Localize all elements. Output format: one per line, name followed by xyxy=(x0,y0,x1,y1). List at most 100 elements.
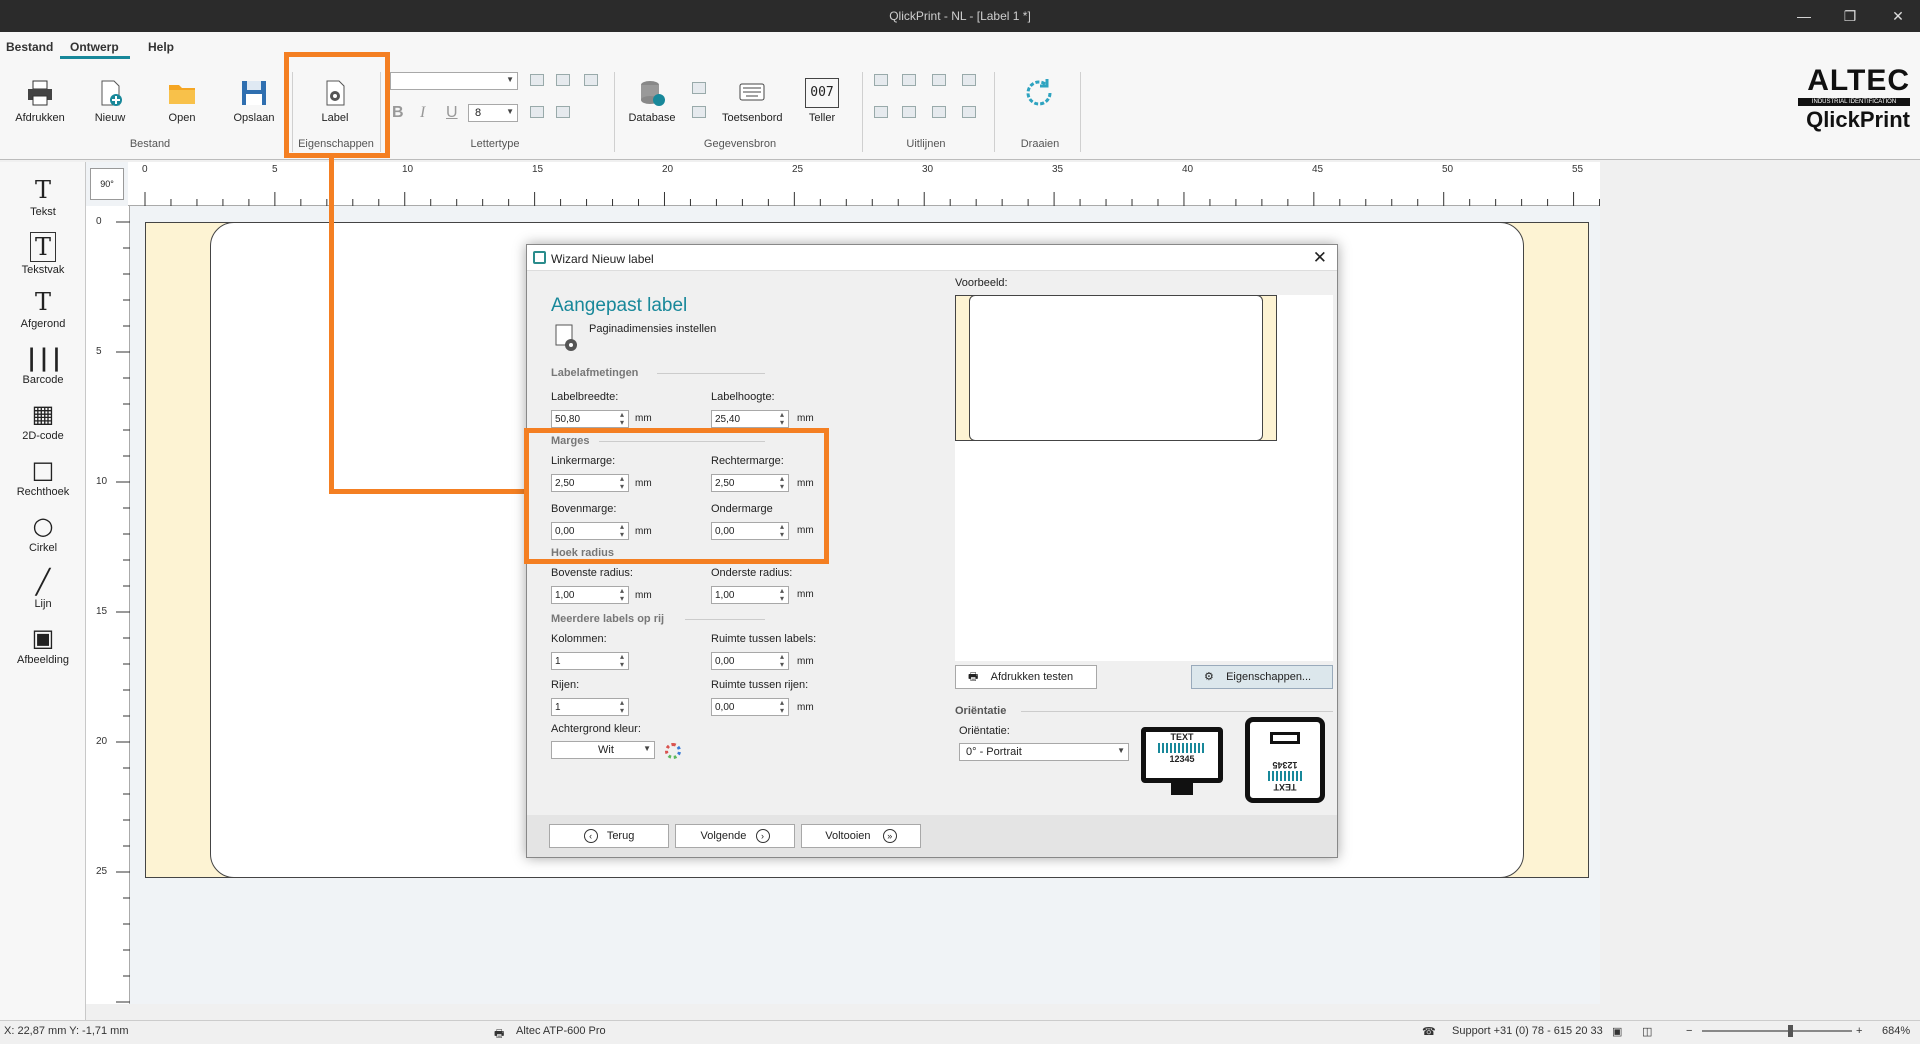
align-hright-icon[interactable] xyxy=(932,106,946,118)
fit-page-icon[interactable]: ▣ xyxy=(1612,1025,1622,1038)
align-right-icon[interactable] xyxy=(584,74,598,86)
open-button[interactable]: Open xyxy=(152,78,212,124)
teller-button[interactable]: 007 Teller xyxy=(792,78,852,124)
restore-button[interactable]: ❐ xyxy=(1830,0,1870,32)
afdrukken-button[interactable]: Afdrukken xyxy=(10,78,70,124)
vertical-scrollbar[interactable] xyxy=(1600,162,1620,1004)
shrink-font-icon[interactable] xyxy=(556,106,570,118)
rijen-input[interactable]: 1 xyxy=(551,698,629,716)
monitor-stand xyxy=(1171,783,1193,795)
zoom-out-button[interactable]: − xyxy=(1686,1025,1692,1037)
tool-afgerond[interactable]: T Afgerond xyxy=(0,288,86,330)
terug-label: Terug xyxy=(606,830,635,842)
line-icon: ╱ xyxy=(35,568,51,596)
align-middle-icon[interactable] xyxy=(902,74,916,86)
ruimte-rijen-label: Ruimte tussen rijen: xyxy=(711,679,809,691)
fit-width-icon[interactable]: ◫ xyxy=(1642,1025,1652,1038)
menu-ontwerp[interactable]: Ontwerp xyxy=(70,40,119,54)
keyboard-icon xyxy=(739,83,765,101)
zoom-slider[interactable] xyxy=(1702,1025,1852,1037)
cursor-coordinates: X: 22,87 mm Y: -1,71 mm xyxy=(4,1025,129,1037)
distribute-v-icon[interactable] xyxy=(962,106,976,118)
font-size-select[interactable]: 8 ▼ xyxy=(468,104,518,122)
afdrukken-testen-button[interactable]: 🖶 Afdrukken testen xyxy=(955,665,1097,689)
tool-rechthoek[interactable]: □ Rechthoek xyxy=(0,456,86,498)
eigenschappen-button[interactable]: ⚙ Eigenschappen... xyxy=(1191,665,1333,689)
ruimte-labels-input[interactable]: 0,00 xyxy=(711,652,789,670)
link-icon[interactable] xyxy=(692,82,706,94)
color-picker-icon[interactable] xyxy=(665,743,681,759)
opslaan-button[interactable]: Opslaan xyxy=(224,78,284,124)
italic-button[interactable]: I xyxy=(420,104,425,122)
rotated-barcode xyxy=(1268,771,1302,781)
back-icon: ‹ xyxy=(583,829,598,844)
tool-cirkel[interactable]: ○ Cirkel xyxy=(0,512,86,554)
volgende-label: Volgende xyxy=(700,830,747,842)
horizontal-scrollbar[interactable] xyxy=(86,1004,1600,1020)
circle-icon: ○ xyxy=(32,512,54,540)
group-lettertype-label: Lettertype xyxy=(470,138,520,150)
tool-barcode[interactable]: ||| Barcode xyxy=(0,344,86,386)
section-labelafmetingen: Labelafmetingen xyxy=(551,367,639,379)
minimize-button[interactable]: — xyxy=(1784,0,1824,32)
unit-mm: mm xyxy=(635,590,652,601)
distribute-h-icon[interactable] xyxy=(962,74,976,86)
menu-help[interactable]: Help xyxy=(148,40,174,54)
ruler-h-label: 25 xyxy=(792,164,804,175)
nieuw-button[interactable]: Nieuw xyxy=(80,78,140,124)
support-icon: ☎ xyxy=(1422,1026,1436,1038)
zoom-in-button[interactable]: + xyxy=(1856,1025,1862,1037)
ruler-v-label: 20 xyxy=(96,736,108,747)
align-center-icon[interactable] xyxy=(556,74,570,86)
volgende-button[interactable]: Volgende › xyxy=(675,824,795,848)
bold-button[interactable]: B xyxy=(392,104,404,122)
app-icon xyxy=(533,251,546,264)
bovenste-radius-input[interactable]: 1,00 xyxy=(551,586,629,604)
rotated-label: TEXT 12345 xyxy=(1264,752,1306,792)
rotate-icon[interactable] xyxy=(1022,76,1056,110)
achtergrond-select[interactable]: Wit ▼ xyxy=(551,741,655,759)
dialog-close-button[interactable]: ✕ xyxy=(1313,248,1327,268)
align-bottom-icon[interactable] xyxy=(932,74,946,86)
preview-label-face xyxy=(969,295,1263,441)
ruler-v-label: 5 xyxy=(96,346,102,357)
open-label: Open xyxy=(168,112,196,124)
labelhoogte-input[interactable]: 25,40 xyxy=(711,410,789,428)
align-hcenter-icon[interactable] xyxy=(902,106,916,118)
close-button[interactable]: ✕ xyxy=(1878,0,1918,32)
status-bar: X: 22,87 mm Y: -1,71 mm 🖶 Altec ATP-600 … xyxy=(0,1020,1920,1040)
tool-afbeelding[interactable]: ▣ Afbeelding xyxy=(0,624,86,666)
font-family-select[interactable]: ▼ xyxy=(390,72,518,90)
align-top-icon[interactable] xyxy=(874,74,888,86)
printer-status-icon: 🖶 xyxy=(494,1028,505,1040)
kolommen-input[interactable]: 1 xyxy=(551,652,629,670)
terug-button[interactable]: ‹ Terug xyxy=(549,824,669,848)
tool-label: Barcode xyxy=(22,374,64,386)
tool-lijn[interactable]: ╱ Lijn xyxy=(0,568,86,610)
tool-2d-code[interactable]: ▦ 2D-code xyxy=(0,400,86,442)
voltooien-button[interactable]: Voltooien » xyxy=(801,824,921,848)
onderste-radius-input[interactable]: 1,00 xyxy=(711,586,789,604)
labelbreedte-input[interactable]: 50,80 xyxy=(551,410,629,428)
tool-tekstvak[interactable]: T Tekstvak xyxy=(0,232,86,276)
zoom-slider-thumb[interactable] xyxy=(1788,1025,1793,1037)
printer-name: Altec ATP-600 Pro xyxy=(516,1025,606,1037)
toetsenbord-button[interactable]: Toetsenbord xyxy=(722,78,783,124)
unit-mm: mm xyxy=(797,656,814,667)
dialog-button-bar: ‹ Terug Volgende › Voltooien » xyxy=(527,815,1337,857)
portrait-monitor-icon[interactable]: TEXT 12345 xyxy=(1141,727,1223,783)
tool-label: Rechthoek xyxy=(16,486,70,498)
underline-button[interactable]: U xyxy=(446,104,458,122)
menu-bestand[interactable]: Bestand xyxy=(6,40,53,54)
ruimte-rijen-input[interactable]: 0,00 xyxy=(711,698,789,716)
tool-tekst[interactable]: T Tekst xyxy=(0,176,86,218)
grow-font-icon[interactable] xyxy=(530,106,544,118)
counter-icon: 007 xyxy=(805,78,839,108)
rotated-printer-icon[interactable]: TEXT 12345 xyxy=(1245,717,1325,803)
orientatie-select[interactable]: 0° - Portrait ▼ xyxy=(959,743,1129,761)
rotate-view-button[interactable]: 90° xyxy=(90,168,124,200)
unlink-icon[interactable] xyxy=(692,106,706,118)
align-left-icon[interactable] xyxy=(530,74,544,86)
align-hleft-icon[interactable] xyxy=(874,106,888,118)
database-button[interactable]: Database xyxy=(622,78,682,124)
